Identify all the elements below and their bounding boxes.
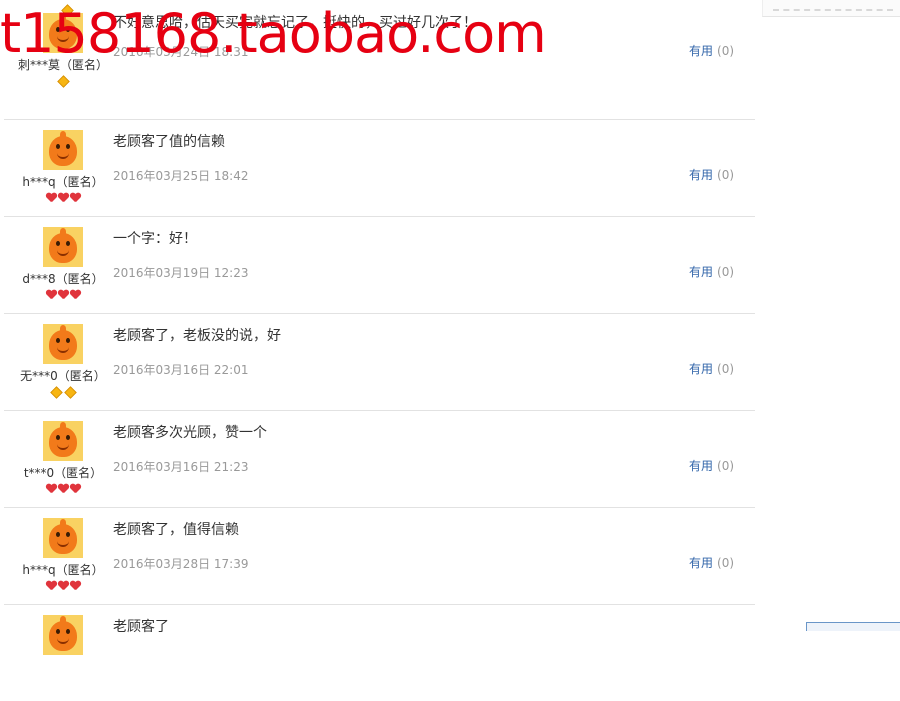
review-item: t***0（匿名） 老顾客多次光顾，赞一个 2016年03月16日 21:23 … — [4, 411, 755, 508]
useful-vote[interactable]: 有用 (0) — [689, 457, 734, 474]
reviewer-credit-badges — [46, 193, 81, 204]
useful-button[interactable]: 有用 — [689, 168, 713, 182]
heart-badge-icon — [46, 290, 57, 300]
heart-badge-icon — [58, 193, 69, 203]
reviewer-info: d***8（匿名） — [4, 227, 122, 301]
reviewer-name: h***q（匿名） — [22, 563, 104, 577]
heart-badge-icon — [70, 193, 81, 203]
useful-button[interactable]: 有用 — [689, 265, 713, 279]
useful-count: (0) — [717, 556, 735, 570]
divider — [773, 9, 893, 11]
review-content: 老顾客多次光顾，赞一个 — [113, 425, 267, 441]
reviewer-name: t***0（匿名） — [23, 466, 103, 480]
review-content: 一个字：好！ — [113, 231, 197, 247]
useful-vote[interactable]: 有用 (0) — [689, 360, 734, 377]
review-content: 老顾客了，值得信赖 — [113, 522, 239, 538]
useful-vote[interactable]: 有用 (0) — [689, 554, 734, 571]
reviewer-credit-badges — [49, 386, 77, 399]
reviewer-info: 无***0（匿名） — [4, 324, 122, 399]
useful-button[interactable]: 有用 — [689, 44, 713, 58]
reviewer-name: h***q（匿名） — [22, 175, 104, 189]
side-panel-top — [762, 0, 900, 17]
avatar-icon[interactable] — [43, 130, 83, 170]
review-list: 刺***莫（匿名） 不好意思哈，估天买完就忘记了，挺快的，买过好几次了！ 201… — [4, 0, 755, 701]
avatar-icon[interactable] — [43, 324, 83, 364]
reviewer-credit-badges — [56, 75, 70, 88]
review-content: 老顾客了，老板没的说，好 — [113, 328, 281, 344]
review-date: 2016年03月16日 21:23 — [113, 460, 249, 474]
useful-count: (0) — [717, 362, 735, 376]
reviewer-name: 无***0（匿名） — [20, 369, 106, 383]
reviewer-name: d***8（匿名） — [22, 272, 104, 286]
diamond-badge-icon — [63, 386, 77, 399]
review-date: 2016年03月19日 12:23 — [113, 266, 249, 280]
reviewer-info — [4, 615, 122, 655]
heart-badge-icon — [58, 484, 69, 494]
useful-vote[interactable]: 有用 (0) — [689, 166, 734, 183]
review-item: 老顾客了 — [4, 605, 755, 701]
avatar-icon[interactable] — [43, 421, 83, 461]
review-item: d***8（匿名） 一个字：好！ 2016年03月19日 12:23 有用 (0) — [4, 217, 755, 314]
heart-badge-icon — [46, 581, 57, 591]
review-content: 老顾客了值的信赖 — [113, 134, 225, 150]
review-date: 2016年03月25日 18:42 — [113, 169, 249, 183]
heart-badge-icon — [46, 484, 57, 494]
review-item: h***q（匿名） 老顾客了，值得信赖 2016年03月28日 17:39 有用… — [4, 508, 755, 605]
heart-badge-icon — [70, 290, 81, 300]
review-content: 老顾客了 — [113, 619, 169, 635]
heart-badge-icon — [70, 484, 81, 494]
heart-badge-icon — [58, 581, 69, 591]
useful-count: (0) — [717, 459, 735, 473]
reviewer-info: t***0（匿名） — [4, 421, 122, 495]
useful-button[interactable]: 有用 — [689, 556, 713, 570]
useful-count: (0) — [717, 44, 735, 58]
useful-count: (0) — [717, 265, 735, 279]
useful-button[interactable]: 有用 — [689, 459, 713, 473]
reviewer-credit-badges — [46, 290, 81, 301]
shop-watermark: t158168.taobao.com — [0, 2, 547, 65]
review-date: 2016年03月28日 17:39 — [113, 557, 249, 571]
review-item: h***q（匿名） 老顾客了值的信赖 2016年03月25日 18:42 有用 (… — [4, 120, 755, 217]
avatar-icon[interactable] — [43, 518, 83, 558]
review-item: 无***0（匿名） 老顾客了，老板没的说，好 2016年03月16日 22:01… — [4, 314, 755, 411]
reviewer-credit-badges — [46, 484, 81, 495]
reviewer-info: h***q（匿名） — [4, 518, 122, 592]
avatar-icon[interactable] — [43, 227, 83, 267]
heart-badge-icon — [46, 193, 57, 203]
useful-vote[interactable]: 有用 (0) — [689, 263, 734, 280]
avatar-icon[interactable] — [43, 615, 83, 655]
reviewer-info: h***q（匿名） — [4, 130, 122, 204]
useful-vote[interactable]: 有用 (0) — [689, 42, 734, 59]
reviewer-credit-badges — [46, 581, 81, 592]
review-date: 2016年03月16日 22:01 — [113, 363, 249, 377]
useful-count: (0) — [717, 168, 735, 182]
heart-badge-icon — [58, 290, 69, 300]
useful-button[interactable]: 有用 — [689, 362, 713, 376]
heart-badge-icon — [70, 581, 81, 591]
diamond-badge-icon — [56, 75, 70, 88]
diamond-badge-icon — [49, 386, 63, 399]
